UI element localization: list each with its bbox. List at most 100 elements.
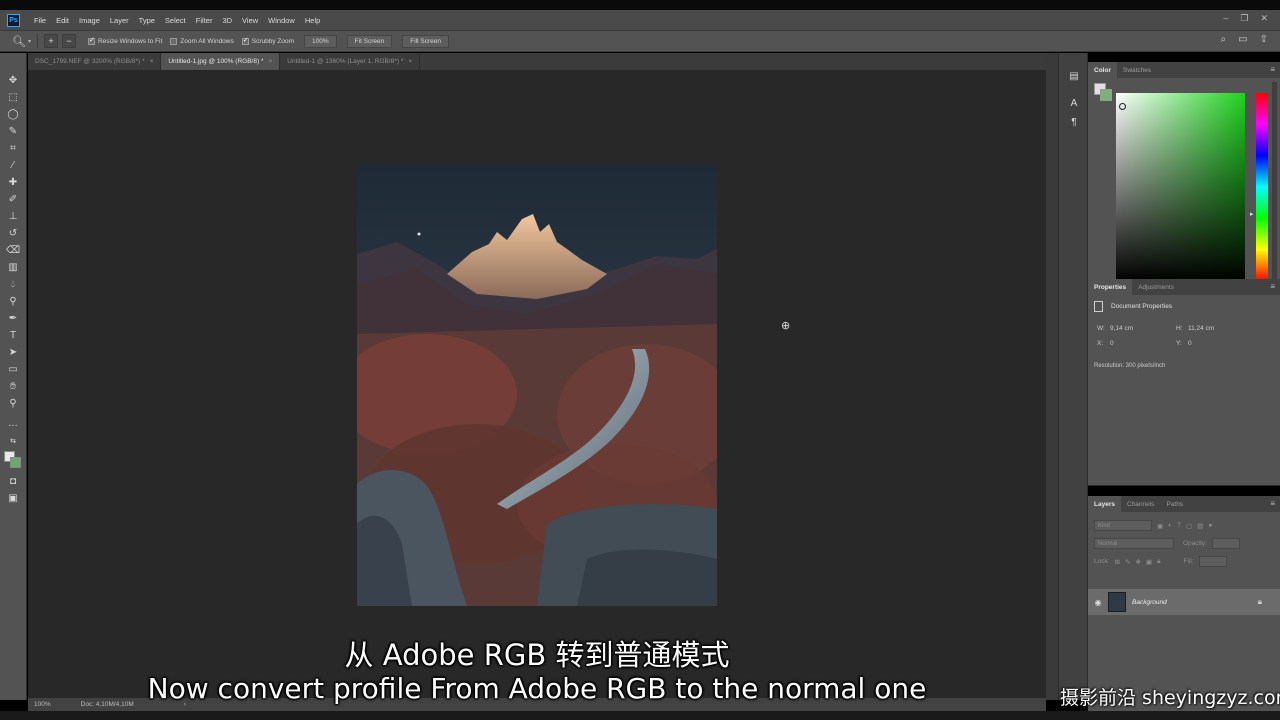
- background-color-swatch[interactable]: [10, 457, 21, 468]
- menu-select[interactable]: Select: [160, 16, 191, 25]
- tab-properties[interactable]: Properties: [1088, 279, 1133, 295]
- tab-adjustments[interactable]: Adjustments: [1132, 279, 1180, 295]
- eraser-tool-icon[interactable]: ⌫: [5, 243, 21, 257]
- width-value[interactable]: 9,14 cm: [1110, 325, 1133, 332]
- menu-layer[interactable]: Layer: [105, 16, 134, 25]
- hue-slider[interactable]: [1256, 93, 1268, 281]
- character-panel-icon[interactable]: A: [1066, 96, 1082, 110]
- lock-paint-icon[interactable]: ✎: [1125, 558, 1130, 566]
- rectangle-tool-icon[interactable]: ▭: [5, 362, 21, 376]
- canvas-vertical-scrollbar[interactable]: [1046, 53, 1058, 700]
- lasso-tool-icon[interactable]: ◯: [5, 107, 21, 121]
- layer-row-background[interactable]: ◉ Background 🔒︎: [1088, 589, 1280, 615]
- menu-filter[interactable]: Filter: [191, 16, 218, 25]
- menu-help[interactable]: Help: [300, 16, 325, 25]
- tab-paths[interactable]: Paths: [1160, 496, 1189, 512]
- tab-untitled-1-jpg[interactable]: Untitled-1.jpg @ 100% (RGB/8) * ×: [161, 53, 281, 70]
- filter-adjustment-icon[interactable]: ◐: [1168, 522, 1172, 529]
- hue-slider-handle[interactable]: ▸: [1250, 210, 1254, 218]
- quick-select-tool-icon[interactable]: ✎: [5, 124, 21, 138]
- x-value[interactable]: 0: [1110, 340, 1114, 347]
- checkbox-unchecked-icon[interactable]: [170, 37, 178, 45]
- checkbox-checked-icon[interactable]: [241, 36, 249, 45]
- panel-menu-icon[interactable]: ≡: [1270, 282, 1275, 291]
- quick-mask-icon[interactable]: ◘: [5, 474, 21, 488]
- workspace-icon[interactable]: ▭: [1238, 34, 1247, 45]
- panel-menu-icon[interactable]: ≡: [1270, 65, 1275, 74]
- close-tab-icon[interactable]: ×: [150, 58, 154, 65]
- fit-screen-button[interactable]: Fit Screen: [346, 34, 393, 48]
- tab-swatches[interactable]: Swatches: [1117, 62, 1157, 78]
- layer-name[interactable]: Background: [1132, 599, 1167, 606]
- lock-position-icon[interactable]: ✥: [1135, 558, 1140, 566]
- history-brush-tool-icon[interactable]: ↺: [5, 226, 21, 240]
- close-tab-icon[interactable]: ×: [268, 58, 272, 65]
- move-tool-icon[interactable]: ✥: [5, 73, 21, 87]
- pen-tool-icon[interactable]: ✒: [5, 311, 21, 325]
- panel-menu-icon[interactable]: ≡: [1270, 499, 1275, 508]
- minimize-icon[interactable]: –: [1223, 13, 1228, 24]
- menu-window[interactable]: Window: [263, 16, 300, 25]
- menu-type[interactable]: Type: [134, 16, 160, 25]
- checkbox-checked-icon[interactable]: [87, 36, 95, 45]
- scrubby-zoom-checkbox[interactable]: Scrubby Zoom: [241, 36, 294, 45]
- saturation-brightness-field[interactable]: [1116, 93, 1245, 281]
- mountain-landscape-photo[interactable]: [357, 164, 717, 606]
- lock-all-icon[interactable]: 🔒︎: [1157, 558, 1160, 566]
- document-canvas[interactable]: ⊕: [28, 70, 1046, 698]
- filter-smart-object-icon[interactable]: ▤: [1197, 522, 1203, 530]
- color-panel-scrollbar[interactable]: [1272, 82, 1277, 282]
- filter-type-icon[interactable]: T: [1177, 522, 1181, 529]
- restore-icon[interactable]: ❐: [1240, 13, 1248, 24]
- menu-image[interactable]: Image: [74, 16, 105, 25]
- layer-filter-kind[interactable]: Kind: [1094, 520, 1152, 531]
- lock-transparency-icon[interactable]: ⊞: [1115, 558, 1120, 566]
- dodge-tool-icon[interactable]: ⚲: [5, 294, 21, 308]
- paragraph-panel-icon[interactable]: ¶: [1066, 115, 1082, 129]
- share-icon[interactable]: ⇪: [1260, 34, 1268, 45]
- filter-pixel-icon[interactable]: ▣: [1157, 522, 1163, 530]
- color-picker-handle[interactable]: [1119, 103, 1126, 110]
- menu-view[interactable]: View: [237, 16, 263, 25]
- fill-input[interactable]: [1198, 556, 1227, 567]
- blend-mode-select[interactable]: Normal: [1094, 538, 1174, 549]
- type-tool-icon[interactable]: T: [5, 328, 21, 342]
- healing-brush-tool-icon[interactable]: ✚: [5, 175, 21, 189]
- menu-edit[interactable]: Edit: [51, 16, 74, 25]
- crop-tool-icon[interactable]: ⌗: [5, 141, 21, 155]
- history-panel-icon[interactable]: ▤: [1066, 69, 1082, 83]
- more-tools-icon[interactable]: …: [5, 416, 21, 430]
- hand-tool-icon[interactable]: ✋︎: [5, 379, 21, 393]
- y-value[interactable]: 0: [1188, 340, 1192, 347]
- swap-colors-icon[interactable]: ⇆: [5, 434, 21, 448]
- zoom-in-icon[interactable]: +: [43, 34, 58, 48]
- tab-untitled-1-layer[interactable]: Untitled-1 @ 1360% (Layer 1, RGB/8*) * ×: [280, 53, 421, 70]
- zoom-tool-icon[interactable]: ⚲: [5, 396, 21, 410]
- chevron-down-icon[interactable]: ▾: [28, 38, 31, 45]
- close-tab-icon[interactable]: ×: [408, 58, 412, 65]
- lock-icon[interactable]: 🔒︎: [1258, 597, 1262, 607]
- tab-color[interactable]: Color: [1088, 62, 1117, 78]
- menu-file[interactable]: File: [29, 16, 51, 25]
- visibility-eye-icon[interactable]: ◉: [1090, 598, 1106, 607]
- filter-toggle-icon[interactable]: ●: [1208, 522, 1212, 529]
- panel-background-swatch[interactable]: [1100, 89, 1112, 101]
- close-icon[interactable]: ✕: [1260, 13, 1268, 24]
- eyedropper-tool-icon[interactable]: ⁄: [5, 158, 21, 172]
- fill-screen-button[interactable]: Fill Screen: [402, 34, 449, 48]
- menu-3d[interactable]: 3D: [217, 16, 237, 25]
- zoom-percent-button[interactable]: 100%: [304, 34, 337, 48]
- tab-dsc-1799[interactable]: DSC_1799.NEF @ 3200% (RGB/8*) * ×: [28, 53, 162, 70]
- brush-tool-icon[interactable]: ✐: [5, 192, 21, 206]
- clone-stamp-tool-icon[interactable]: ⊥: [5, 209, 21, 223]
- marquee-tool-icon[interactable]: ⬚: [5, 90, 21, 104]
- zoom-all-windows-checkbox[interactable]: Zoom All Windows: [170, 37, 234, 45]
- height-value[interactable]: 11,24 cm: [1188, 325, 1214, 332]
- zoom-tool-preset-icon[interactable]: 🔍︎: [12, 35, 26, 48]
- gradient-tool-icon[interactable]: ▥: [5, 260, 21, 274]
- filter-shape-icon[interactable]: ▢: [1186, 522, 1192, 530]
- lock-artboard-icon[interactable]: ▣: [1146, 558, 1152, 566]
- blur-tool-icon[interactable]: 💧︎: [5, 277, 21, 291]
- tab-channels[interactable]: Channels: [1121, 496, 1160, 512]
- screen-mode-icon[interactable]: ▣: [5, 491, 21, 505]
